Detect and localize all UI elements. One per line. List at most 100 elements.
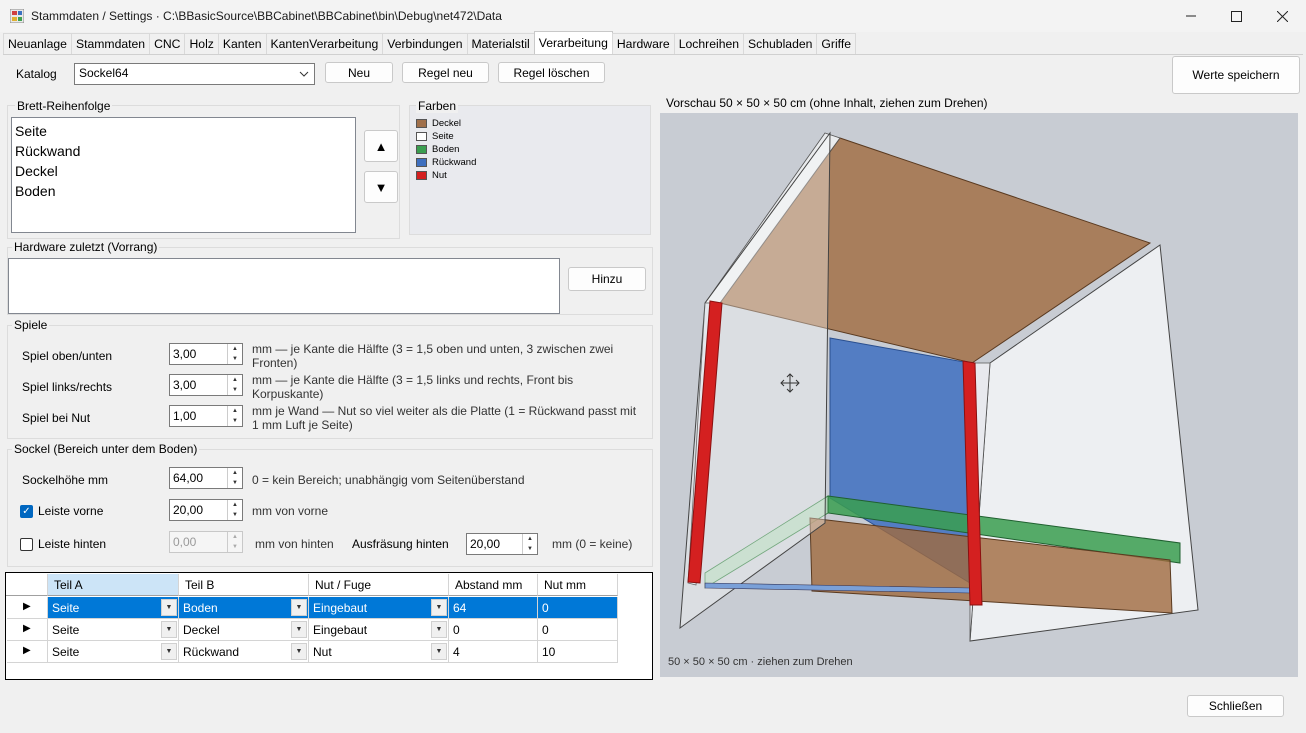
grid-cell[interactable]: 10 [538,641,618,663]
ausfraesung-input[interactable]: 20,00 ▲ ▼ [466,533,538,555]
grid-cell[interactable]: 0 [449,619,538,641]
legend-item: Seite [416,131,454,142]
spiel-oben-unten-input[interactable]: 3,00 ▲ ▼ [169,343,243,365]
schliessen-button[interactable]: Schließen [1187,695,1284,717]
grid-cell[interactable]: 0 [538,597,618,619]
grid-cell[interactable]: Rückwand ▼ [179,641,309,663]
preview-viewport[interactable]: 50 × 50 × 50 cm · ziehen zum Drehen [660,113,1298,677]
leiste-vorne-checkbox[interactable]: ✓ [20,505,33,518]
brett-item[interactable]: Rückwand [15,141,352,161]
grid-cell[interactable]: Boden ▼ [179,597,309,619]
cell-text: Deckel [183,623,220,637]
grid-header-nut-fuge[interactable]: Nut / Fuge [309,574,449,596]
color-swatch [416,132,427,141]
move-up-button[interactable]: ▲ [364,130,398,162]
cell-text: 4 [453,645,460,659]
hardware-listbox[interactable] [8,258,560,314]
maximize-button[interactable] [1213,0,1259,32]
minimize-button[interactable] [1168,0,1214,32]
sockel-title: Sockel (Bereich unter dem Boden) [12,442,200,456]
leiste-vorne-value: 20,00 [173,503,204,517]
grid-cell[interactable]: Seite ▼ [48,619,179,641]
row-header[interactable]: ▶ [7,619,48,641]
dropdown-arrow-icon[interactable]: ▼ [431,621,447,638]
dropdown-arrow-icon[interactable]: ▼ [291,599,307,616]
tab-holz[interactable]: Holz [184,33,219,54]
chevron-down-icon [299,71,309,77]
grid-header-teil-b[interactable]: Teil B [179,574,309,596]
tab-hardware[interactable]: Hardware [611,33,675,54]
dropdown-arrow-icon[interactable]: ▼ [431,643,447,660]
dropdown-arrow-icon[interactable]: ▼ [161,643,177,660]
grid-cell[interactable]: 64 [449,597,538,619]
spinner-icon[interactable]: ▲ ▼ [227,406,242,426]
tab-materialstil[interactable]: Materialstil [466,33,535,54]
katalog-select[interactable]: Sockel64 [74,63,315,85]
leiste-vorne-input[interactable]: 20,00 ▲ ▼ [169,499,243,521]
tab-kantenverarbeitung[interactable]: KantenVerarbeitung [265,33,384,54]
cabinet-3d-view [679,131,1199,642]
tab-stammdaten[interactable]: Stammdaten [70,33,151,54]
grid-cell[interactable]: 0 [538,619,618,641]
spinner-icon[interactable]: ▲ ▼ [227,532,242,552]
spiel-links-rechts-input[interactable]: 3,00 ▲ ▼ [169,374,243,396]
dropdown-arrow-icon[interactable]: ▼ [161,621,177,638]
grid-header-nut-mm[interactable]: Nut mm [538,574,618,596]
spinner-icon[interactable]: ▲ ▼ [227,375,242,395]
brett-listbox[interactable]: Seite Rückwand Deckel Boden [11,117,356,233]
werte-speichern-button[interactable]: Werte speichern [1172,56,1300,94]
row-header[interactable]: ▶ [7,597,48,619]
tab-griffe[interactable]: Griffe [816,33,856,54]
grid-header-abstand[interactable]: Abstand mm [449,574,538,596]
legend-label: Boden [432,144,460,155]
regel-neu-button[interactable]: Regel neu [402,62,489,83]
spiel-bei-nut-input[interactable]: 1,00 ▲ ▼ [169,405,243,427]
dropdown-arrow-icon[interactable]: ▼ [161,599,177,616]
legend-item: Boden [416,144,459,155]
spiel-bei-nut-label: Spiel bei Nut [22,411,91,425]
app-icon [10,9,24,23]
leiste-hinten-checkbox[interactable] [20,538,33,551]
grid-cell[interactable]: Deckel ▼ [179,619,309,641]
row-header[interactable]: ▶ [7,641,48,663]
rules-grid[interactable]: Teil A Teil B Nut / Fuge Abstand mm Nut … [5,572,653,680]
dropdown-arrow-icon[interactable]: ▼ [291,621,307,638]
tab-schubladen[interactable]: Schubladen [743,33,818,54]
tab-lochreihen[interactable]: Lochreihen [673,33,745,54]
neu-button[interactable]: Neu [325,62,393,83]
grid-cell[interactable]: Eingebaut ▼ [309,619,449,641]
katalog-label: Katalog [16,67,57,81]
grid-cell[interactable]: Seite ▼ [48,641,179,663]
cell-text: 0 [453,623,460,637]
cell-text: 64 [453,601,467,615]
spinner-icon[interactable]: ▲ ▼ [227,500,242,520]
grid-cell[interactable]: 4 [449,641,538,663]
move-down-button[interactable]: ▼ [364,171,398,203]
dropdown-arrow-icon[interactable]: ▼ [291,643,307,660]
brett-item[interactable]: Seite [15,121,352,141]
spiel-links-rechts-label: Spiel links/rechts [22,380,113,394]
sockelhoehe-note: 0 = kein Bereich; unabhängig vom Seitenü… [252,473,525,487]
spinner-icon[interactable]: ▲ ▼ [227,344,242,364]
brett-item[interactable]: Deckel [15,161,352,181]
spinner-icon[interactable]: ▲ ▼ [522,534,537,554]
brett-item[interactable]: Boden [15,181,352,201]
tab-cnc[interactable]: CNC [149,33,186,54]
leiste-hinten-input[interactable]: 0,00 ▲ ▼ [169,531,243,553]
hinzu-button[interactable]: Hinzu [568,267,646,291]
spinner-icon[interactable]: ▲ ▼ [227,468,242,488]
dropdown-arrow-icon[interactable]: ▼ [431,599,447,616]
grid-cell[interactable]: Seite ▼ [48,597,179,619]
tab-verbindungen[interactable]: Verbindungen [382,33,468,54]
grid-header-teil-a[interactable]: Teil A [48,574,179,596]
grid-cell[interactable]: Eingebaut ▼ [309,597,449,619]
tab-neuanlage[interactable]: Neuanlage [3,33,72,54]
sockelhoehe-input[interactable]: 64,00 ▲ ▼ [169,467,243,489]
cell-text: Seite [52,601,80,615]
close-window-button[interactable] [1259,0,1305,32]
spiele-title: Spiele [12,318,50,332]
tab-verarbeitung[interactable]: Verarbeitung [533,31,613,54]
regel-loeschen-button[interactable]: Regel löschen [498,62,605,83]
tab-kanten[interactable]: Kanten [217,33,267,54]
grid-cell[interactable]: Nut ▼ [309,641,449,663]
